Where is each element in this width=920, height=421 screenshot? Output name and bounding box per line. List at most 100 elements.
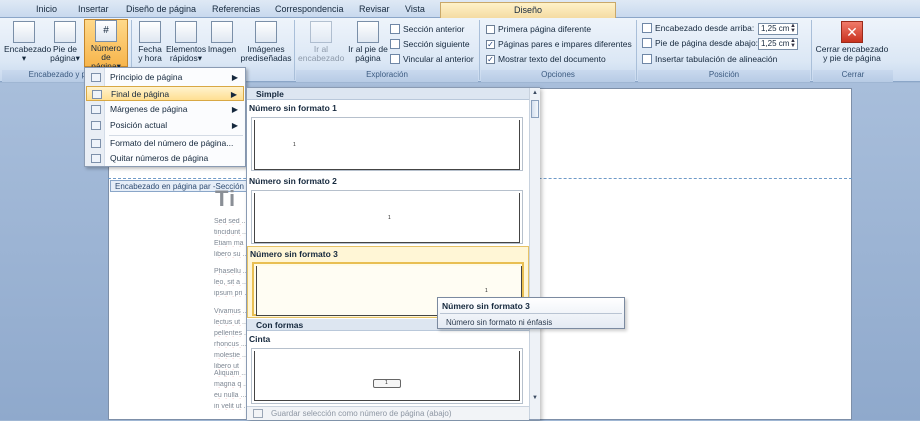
- submenu-arrow-icon: ▶: [231, 121, 238, 130]
- insert-tab-label: Insertar tabulación de alineación: [655, 54, 778, 64]
- alignment-tab-icon: [642, 54, 652, 64]
- go-to-footer-button[interactable]: Ir al pie de página: [348, 21, 388, 67]
- tab-inicio[interactable]: Inicio: [36, 4, 57, 14]
- menu-item-format-page-numbers[interactable]: Formato del número de página...: [86, 136, 244, 151]
- gallery-tooltip: Número sin formato 3 Número sin formato …: [437, 297, 625, 329]
- odd-even-option[interactable]: ✓ Páginas pares e impares diferentes: [486, 39, 632, 49]
- quick-parts-button[interactable]: Elementos rápidos▾: [166, 21, 206, 67]
- scroll-up-icon[interactable]: ▲: [531, 89, 539, 98]
- menu-item-label: Final de página: [111, 89, 170, 99]
- scroll-down-icon[interactable]: ▼: [531, 394, 539, 403]
- page-number-menu: Principio de página ▶ Final de página ▶ …: [84, 67, 246, 167]
- link-icon: [390, 54, 400, 64]
- calendar-icon: [139, 21, 161, 43]
- show-document-text-option[interactable]: ✓ Mostrar texto del documento: [486, 54, 606, 64]
- menu-item-remove-page-numbers[interactable]: Quitar números de página: [86, 151, 244, 166]
- tab-correspondencia[interactable]: Correspondencia: [275, 4, 344, 14]
- date-time-button[interactable]: Fecha y hora: [134, 21, 166, 67]
- tab-vista[interactable]: Vista: [405, 4, 425, 14]
- menu-item-label: Márgenes de página: [110, 104, 188, 114]
- ribbon-tab-bar: Inicio Insertar Diseño de página Referen…: [0, 0, 920, 18]
- spinner-arrows-icon[interactable]: ▲ ▼: [790, 23, 796, 34]
- menu-item-page-margins[interactable]: Márgenes de página ▶: [86, 102, 244, 117]
- bottom-of-page-icon: [92, 90, 102, 99]
- go-footer-label-2: página: [355, 53, 381, 63]
- tab-insertar[interactable]: Insertar: [78, 4, 109, 14]
- clipart-button[interactable]: Imágenes prediseñadas: [240, 21, 292, 67]
- menu-item-current-position[interactable]: Posición actual ▶: [86, 118, 244, 133]
- tab-diseno-pagina[interactable]: Diseño de página: [126, 4, 196, 14]
- show-text-checkbox[interactable]: ✓: [486, 54, 495, 64]
- go-header-label-2: encabezado: [298, 53, 345, 63]
- menu-item-top-of-page[interactable]: Principio de página ▶: [86, 70, 244, 85]
- document-title-fragment: Ti: [215, 186, 237, 211]
- group-label-position: Posición: [638, 70, 810, 82]
- gallery-item-title: Número sin formato 1: [249, 103, 337, 113]
- page-number-icon: #: [95, 20, 117, 42]
- link-previous-button[interactable]: Vincular al anterior: [390, 54, 474, 64]
- different-first-checkbox[interactable]: [486, 24, 495, 34]
- footer-from-bottom-label: Pie de página desde abajo:: [655, 38, 759, 48]
- footer-button[interactable]: Pie de página▾: [48, 21, 82, 67]
- header-icon: [13, 21, 35, 43]
- odd-even-label: Páginas pares e impares diferentes: [498, 39, 632, 49]
- header-from-top-row: Encabezado desde arriba:: [642, 23, 754, 33]
- header-position-icon: [642, 23, 652, 33]
- group-label-navigation: Exploración: [296, 70, 478, 82]
- next-section-button[interactable]: Sección siguiente: [390, 39, 470, 49]
- tab-referencias[interactable]: Referencias: [212, 4, 260, 14]
- arrow-down-icon: [390, 39, 400, 49]
- different-first-label: Primera página diferente: [498, 24, 592, 34]
- page-number-gallery: Simple Número sin formato 1 1 Número sin…: [246, 87, 540, 420]
- header-button[interactable]: Encabezado ▾: [4, 21, 51, 67]
- close-header-footer-button[interactable]: ✕ Cerrar encabezado y pie de página: [814, 21, 890, 67]
- link-previous-label: Vincular al anterior: [403, 54, 474, 64]
- header-button-label: Encabezado: [4, 44, 52, 54]
- page-number-label-1: Número de: [90, 43, 122, 62]
- footer-from-bottom-input[interactable]: 1,25 cm ▲ ▼: [758, 38, 798, 50]
- thumbnail-page-number: 1: [385, 380, 388, 386]
- previous-section-button[interactable]: Sección anterior: [390, 24, 464, 34]
- gallery-item-plain-2[interactable]: Número sin formato 2 1: [247, 174, 529, 246]
- go-to-header-button[interactable]: Ir al encabezado: [298, 21, 344, 67]
- gallery-thumbnail: 1: [251, 117, 523, 171]
- header-from-top-label: Encabezado desde arriba:: [655, 23, 755, 33]
- gallery-thumbnail: 1: [251, 348, 523, 404]
- top-of-page-icon: [91, 73, 101, 82]
- clipart-icon: [255, 21, 277, 43]
- spinner-arrows-icon[interactable]: ▲ ▼: [790, 38, 796, 49]
- save-gallery-icon: [253, 409, 263, 418]
- submenu-arrow-icon: ▶: [231, 73, 238, 82]
- close-icon: ✕: [841, 21, 863, 43]
- close-label-2: y pie de página: [823, 53, 881, 63]
- scroll-thumb[interactable]: [531, 100, 539, 118]
- tooltip-description: Número sin formato ni énfasis: [446, 318, 553, 327]
- image-button[interactable]: Imagen: [206, 21, 238, 67]
- quick-parts-icon: [175, 21, 197, 43]
- insert-alignment-tab-button[interactable]: Insertar tabulación de alineación: [642, 54, 777, 64]
- thumbnail-page-number: 1: [388, 215, 391, 221]
- format-numbers-icon: [91, 139, 101, 148]
- quick-label-2: rápidos: [169, 53, 198, 63]
- gallery-item-ribbon[interactable]: Cinta 1: [247, 332, 529, 404]
- tab-revisar[interactable]: Revisar: [359, 4, 390, 14]
- save-selection-as-page-number[interactable]: Guardar selección como número de página …: [247, 406, 529, 420]
- gallery-item-plain-1[interactable]: Número sin formato 1 1: [247, 101, 529, 173]
- submenu-arrow-icon: ▶: [231, 105, 238, 114]
- next-section-label: Sección siguiente: [403, 39, 470, 49]
- gallery-item-title: Cinta: [249, 334, 271, 344]
- go-header-icon: [310, 21, 332, 43]
- tab-diseno-context[interactable]: Diseño: [440, 2, 616, 18]
- page-number-button[interactable]: # Número de página▾: [84, 19, 128, 71]
- menu-item-label: Posición actual: [110, 120, 168, 130]
- gallery-item-title: Número sin formato 2: [249, 176, 337, 186]
- header-from-top-input[interactable]: 1,25 cm ▲ ▼: [758, 23, 798, 35]
- different-first-page-option[interactable]: Primera página diferente: [486, 24, 591, 34]
- menu-item-bottom-of-page[interactable]: Final de página ▶: [86, 86, 244, 101]
- menu-item-label: Formato del número de página...: [110, 138, 234, 148]
- thumbnail-page-number: 1: [293, 142, 296, 148]
- gallery-scrollbar[interactable]: ▲ ▼: [529, 88, 540, 419]
- odd-even-checkbox[interactable]: ✓: [486, 39, 495, 49]
- remove-numbers-icon: [91, 154, 101, 163]
- show-text-label: Mostrar texto del documento: [498, 54, 606, 64]
